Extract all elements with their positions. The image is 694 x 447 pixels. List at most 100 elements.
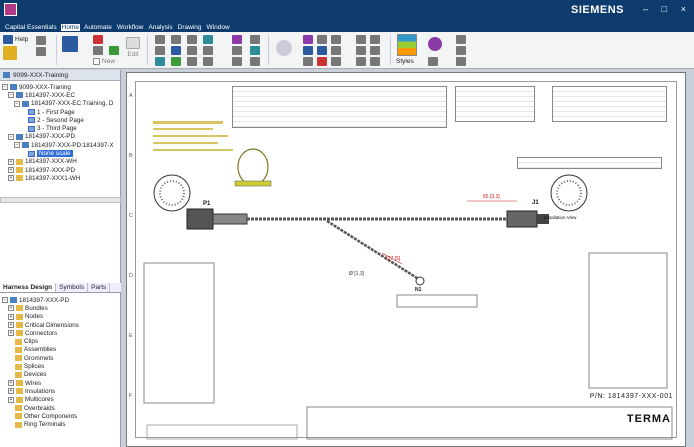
expand-icon[interactable]: + (8, 158, 14, 165)
text-icon[interactable] (356, 35, 366, 44)
collapse-icon[interactable]: − (2, 297, 8, 304)
rotate-icon[interactable] (317, 57, 327, 66)
tab-harness-design[interactable]: Harness Design (0, 283, 57, 292)
maximize-button[interactable]: □ (662, 4, 667, 14)
collapse-icon[interactable]: − (14, 142, 20, 149)
design-item-nodes[interactable]: + Nodes (2, 313, 119, 321)
help-button[interactable]: Help (3, 35, 28, 44)
menu-workflow[interactable]: Workflow (116, 24, 145, 31)
tree-item[interactable]: 3 - Third Page (2, 124, 118, 132)
design-item-ring-terminals[interactable]: Ring Terminals (2, 420, 119, 428)
tree-horizontal-scrollbar[interactable] (0, 197, 121, 203)
shape-icon[interactable] (356, 57, 366, 66)
undo-button[interactable] (36, 36, 46, 45)
flip-icon[interactable] (303, 57, 313, 66)
new-button[interactable]: New (93, 58, 115, 65)
stack-tool-icon[interactable] (203, 57, 213, 66)
wire-color-icon[interactable] (232, 35, 242, 44)
tree-item[interactable]: − 9099-XXX-Traning (2, 83, 118, 91)
layer-icon[interactable] (303, 46, 313, 55)
tree-item[interactable]: − 1814397-XXX-PD (2, 133, 118, 141)
styles-label[interactable]: Styles (396, 58, 414, 65)
tree-item-selected[interactable]: None scale (2, 149, 118, 158)
collapse-icon[interactable]: − (8, 92, 14, 99)
grid-button[interactable] (456, 35, 466, 44)
edit-button[interactable]: Edit (126, 37, 140, 58)
splice-tool-icon[interactable] (232, 46, 242, 55)
refresh-button[interactable] (456, 57, 466, 66)
expand-icon[interactable]: + (8, 396, 14, 403)
wire-tool-icon[interactable] (155, 35, 165, 44)
redo-button[interactable] (36, 47, 46, 56)
bundle-tool-icon[interactable] (155, 46, 165, 55)
tree-item[interactable]: +1814397-XXX-WH (2, 158, 118, 166)
design-item-critical-dimensions[interactable]: + Critical Dimensions (2, 321, 119, 329)
distribute-icon[interactable] (317, 35, 327, 44)
menu-analysis[interactable]: Analysis (147, 24, 173, 31)
clip-tool-icon[interactable] (187, 46, 197, 55)
table-tool-icon[interactable] (187, 57, 197, 66)
collapse-icon[interactable]: − (14, 100, 20, 107)
split-tool-icon[interactable] (187, 35, 197, 44)
zoom-button[interactable] (428, 37, 442, 51)
design-tree-root[interactable]: − 1814397-XXX-PD (2, 296, 119, 304)
insulation-tool-icon[interactable] (232, 57, 242, 66)
move-button[interactable] (276, 40, 292, 56)
wire-join-icon[interactable] (250, 35, 260, 44)
design-item-other-components[interactable]: Other Components (2, 412, 119, 420)
menu-window[interactable]: Window (206, 24, 231, 31)
design-item-devices[interactable]: Devices (2, 371, 119, 379)
cut-button[interactable] (93, 46, 103, 55)
design-item-splices[interactable]: Splices (2, 362, 119, 370)
menu-drawing[interactable]: Drawing (177, 24, 203, 31)
expand-icon[interactable]: + (8, 330, 14, 337)
overbraid-tool-icon[interactable] (250, 57, 260, 66)
expand-icon[interactable]: + (8, 322, 14, 329)
design-item-connectors[interactable]: + Connectors (2, 329, 119, 337)
line-icon[interactable] (356, 46, 366, 55)
menu-automate[interactable]: Automate (83, 24, 113, 31)
tree-item[interactable]: 1 - First Page (2, 108, 118, 116)
copy-button[interactable] (109, 46, 119, 55)
collapse-icon[interactable]: − (2, 84, 8, 91)
color-button[interactable] (62, 36, 78, 52)
design-item-grommets[interactable]: Grommets (2, 354, 119, 362)
app-logo-icon[interactable] (4, 3, 17, 16)
tree-item[interactable]: − 1814397-XXX-EC (2, 91, 118, 99)
save-button[interactable] (3, 46, 17, 60)
label-tool-icon[interactable] (171, 57, 181, 66)
bring-front-icon[interactable] (317, 46, 327, 55)
styles-icon[interactable] (397, 34, 417, 56)
arrow-tool-icon[interactable] (171, 35, 181, 44)
tree-item[interactable]: − 1814397-XXX-PD:1814397-X (2, 141, 118, 149)
close-button[interactable]: × (681, 4, 686, 14)
group-icon[interactable] (331, 35, 341, 44)
tab-parts[interactable]: Parts (88, 283, 111, 292)
minimize-button[interactable]: – (643, 4, 648, 14)
design-item-overbraids[interactable]: Overbraids (2, 404, 119, 412)
fit-button[interactable] (456, 46, 466, 55)
expand-icon[interactable]: + (8, 167, 14, 174)
expand-icon[interactable]: + (8, 380, 14, 387)
design-item-multicores[interactable]: + Multicores (2, 396, 119, 404)
send-back-icon[interactable] (331, 46, 341, 55)
tree-item[interactable]: − 1814397-XXX-EC:Training, D (2, 100, 118, 108)
device-tool-icon[interactable] (203, 46, 213, 55)
route-tool-icon[interactable] (155, 57, 165, 66)
expand-icon[interactable]: + (8, 305, 14, 312)
node-tool-icon[interactable] (171, 46, 181, 55)
symbol-icon[interactable] (370, 57, 380, 66)
menu-home[interactable]: Home (60, 23, 81, 31)
note-icon[interactable] (370, 35, 380, 44)
multicore-tool-icon[interactable] (250, 46, 260, 55)
expand-icon[interactable]: + (8, 388, 14, 395)
menu-capital-essentials[interactable]: Capital Essentials (4, 24, 58, 31)
collapse-icon[interactable]: − (8, 133, 14, 140)
design-item-assemblies[interactable]: Assemblies (2, 346, 119, 354)
tree-item[interactable]: 2 - Sesond Page (2, 116, 118, 124)
design-item-wires[interactable]: + Wires (2, 379, 119, 387)
drawing-canvas[interactable]: A B C D E F P1 J1 N1 Installation View 8… (122, 70, 694, 447)
connect-tool-icon[interactable] (203, 35, 213, 44)
design-item-insulations[interactable]: + Insulations (2, 387, 119, 395)
dimension-icon[interactable] (370, 46, 380, 55)
